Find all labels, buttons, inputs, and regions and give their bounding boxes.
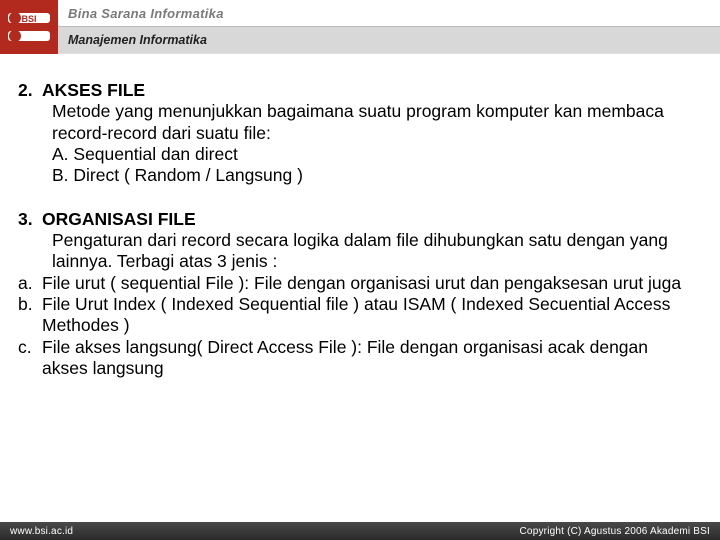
bsi-logo: BSI — [0, 0, 58, 54]
section-description: Pengaturan dari record secara logika dal… — [52, 230, 692, 273]
list-item: File urut ( sequential File ): File deng… — [42, 273, 692, 294]
org-name: Bina Sarana Informatika — [58, 0, 720, 26]
slide-footer: www.bsi.ac.id Copyright (C) Agustus 2006… — [0, 522, 720, 540]
section-organisasi-file: 3. ORGANISASI FILE Pengaturan dari recor… — [18, 209, 692, 380]
svg-text:BSI: BSI — [21, 14, 36, 24]
dept-name: Manajemen Informatika — [58, 26, 720, 53]
section-akses-file: 2. AKSES FILE Metode yang menunjukkan ba… — [18, 80, 692, 187]
footer-copyright: Copyright (C) Agustus 2006 Akademi BSI — [520, 526, 710, 537]
footer-url: www.bsi.ac.id — [10, 526, 73, 537]
list-label: b. — [18, 294, 42, 337]
header-titles: Bina Sarana Informatika Manajemen Inform… — [58, 0, 720, 53]
section-number: 3. — [18, 209, 42, 230]
section-description: Metode yang menunjukkan bagaimana suatu … — [52, 101, 692, 144]
list-item: B. Direct ( Random / Langsung ) — [52, 165, 692, 186]
section-number: 2. — [18, 80, 42, 101]
slide-content: 2. AKSES FILE Metode yang menunjukkan ba… — [0, 54, 720, 411]
list-item: A. Sequential dan direct — [52, 144, 692, 165]
list-item: File akses langsung( Direct Access File … — [42, 337, 692, 380]
bsi-logo-icon: BSI — [6, 7, 52, 47]
list-item: File Urut Index ( Indexed Sequential fil… — [42, 294, 692, 337]
section-title: ORGANISASI FILE — [42, 209, 196, 230]
list-label: c. — [18, 337, 42, 380]
slide-header: BSI Bina Sarana Informatika Manajemen In… — [0, 0, 720, 54]
list-label: a. — [18, 273, 42, 294]
section-title: AKSES FILE — [42, 80, 145, 101]
